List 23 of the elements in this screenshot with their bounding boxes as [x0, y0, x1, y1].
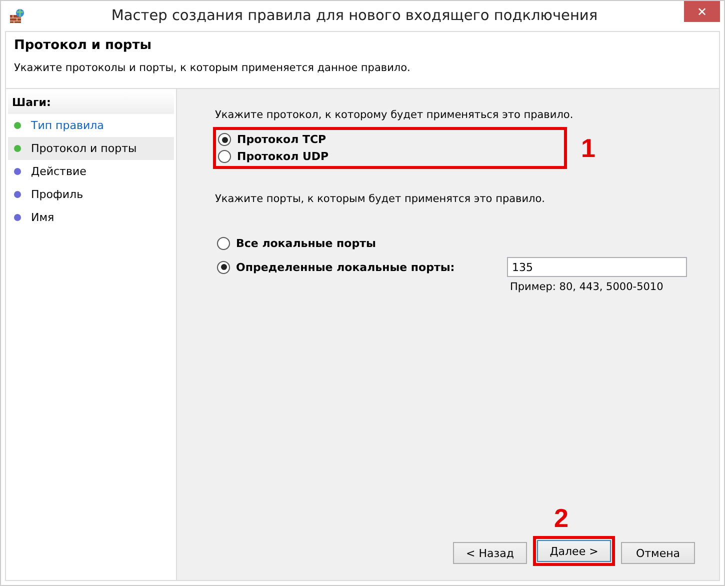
window-title: Мастер создания правила для нового входящего подключения	[110, 8, 599, 24]
ports-radio[interactable]: Все локальные порты	[217, 236, 507, 250]
step-item[interactable]: Имя	[8, 206, 174, 229]
step-item[interactable]: Действие	[8, 160, 174, 183]
step-item[interactable]: Профиль	[8, 183, 174, 206]
ports-input-field[interactable]: 135	[507, 257, 687, 277]
cancel-button[interactable]: Отмена	[621, 542, 695, 564]
close-button[interactable]: ✕	[684, 1, 720, 22]
page-description: Укажите протоколы и порты, к которым применяется данное правило.	[14, 62, 412, 74]
step-item[interactable]: Тип правила	[8, 114, 174, 137]
annotation-number: 2	[554, 503, 568, 534]
ports-prompt: Укажите порты, к которым будет применятся это правило.	[215, 193, 546, 205]
firewall-icon	[9, 8, 25, 24]
protocol-radio[interactable]: Протокол UDP	[218, 150, 548, 163]
ports-radio[interactable]: Определенные локальные порты:	[217, 260, 507, 274]
back-button[interactable]: < Назад	[453, 542, 527, 564]
annotation-number: 1	[581, 132, 596, 164]
protocol-prompt: Укажите протокол, к которому будет применяться это правило.	[215, 109, 574, 121]
ports-example-hint: Пример: 80, 443, 5000-5010	[510, 281, 664, 293]
page-title: Протокол и порты	[14, 38, 153, 53]
next-button[interactable]: Далее >	[537, 540, 611, 562]
step-item[interactable]: Протокол и порты	[8, 137, 174, 160]
protocol-radio[interactable]: Протокол TCP	[218, 133, 548, 146]
